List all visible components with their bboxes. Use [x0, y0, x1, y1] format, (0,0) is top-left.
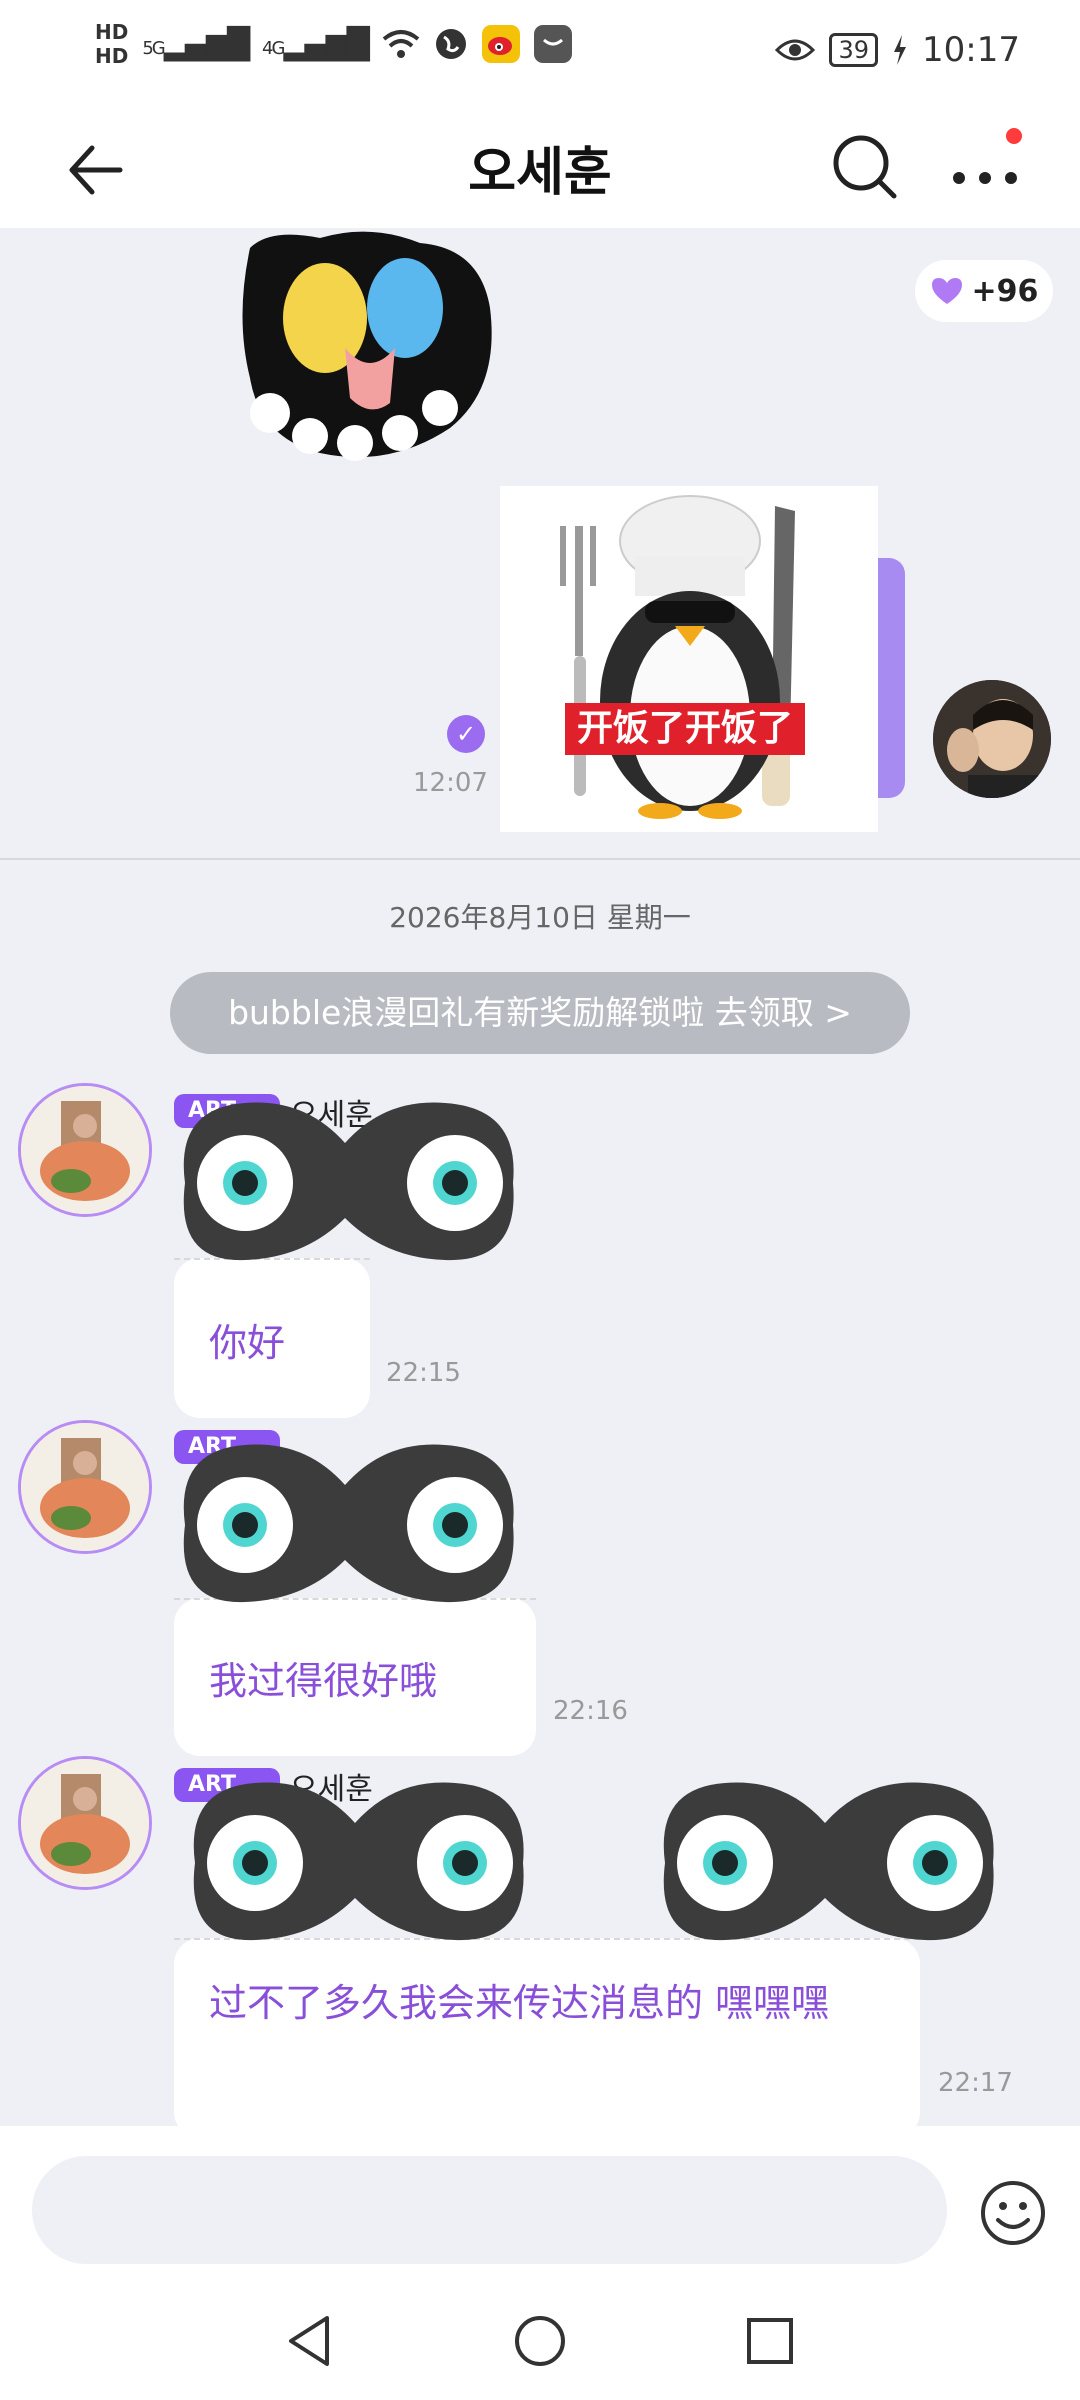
hd-indicator: HD HD	[95, 20, 128, 68]
message-text: 过不了多久我会来传达消息的 嘿嘿嘿	[209, 1981, 830, 2025]
nav-recent-icon[interactable]	[735, 2306, 805, 2376]
monster-sticker	[242, 231, 492, 461]
globe-icon	[435, 29, 466, 59]
chat-area[interactable]: +96 开饭了开饭了 ✓ 12:07 2026年8月10日 星期一 bubble…	[0, 228, 1080, 2126]
message-time: 22:15	[386, 1358, 461, 1388]
wifi-icon	[382, 30, 420, 58]
googly-eyes-sticker	[183, 1444, 514, 1603]
like-count: +96	[971, 273, 1039, 309]
status-bar: HD HD 5G▂▄▆█ 4G▂▄▆█ 39 10:17	[0, 0, 1080, 110]
hd2-label: HD	[95, 44, 129, 68]
date-divider: 2026年8月10日 星期一	[389, 901, 691, 934]
status-left: HD HD 5G▂▄▆█ 4G▂▄▆█	[95, 20, 572, 68]
message-bubble[interactable]: 你好	[174, 1258, 370, 1418]
message-bubble[interactable]: 我过得很好哦	[174, 1598, 536, 1756]
message-app-icon	[533, 25, 572, 63]
message-bubble[interactable]: 过不了多久我会来传达消息的 嘿嘿嘿	[174, 1938, 920, 2126]
chat-header: 오세훈	[0, 110, 1080, 228]
googly-eyes-sticker	[183, 1102, 514, 1261]
signal-4g-icon: 4G▂▄▆█	[262, 26, 370, 62]
search-icon[interactable]	[830, 132, 900, 202]
nav-home-icon[interactable]	[505, 2306, 575, 2376]
sender-avatar[interactable]	[18, 1083, 152, 1217]
status-right: 39 10:17	[775, 30, 1020, 70]
page-title: 오세훈	[468, 143, 612, 203]
reward-banner[interactable]: bubble浪漫回礼有新奖励解锁啦 去领取 >	[170, 972, 910, 1054]
eye-icon	[775, 39, 816, 61]
sender-avatar[interactable]	[18, 1420, 152, 1554]
sender-avatar[interactable]	[18, 1756, 152, 1890]
signal-5g-icon: 5G▂▄▆█	[142, 26, 250, 62]
sig5g-label: 5G	[142, 37, 165, 59]
notification-dot	[1006, 128, 1022, 144]
like-count-pill[interactable]: +96	[915, 260, 1053, 322]
my-avatar[interactable]	[933, 680, 1051, 798]
message-text: 我过得很好哦	[209, 1659, 438, 1703]
googly-eyes-sticker	[193, 1782, 524, 1941]
hd1-label: HD	[95, 20, 129, 44]
system-nav-bar	[0, 2276, 1080, 2400]
input-area	[0, 2126, 1080, 2276]
divider	[0, 858, 1080, 860]
message-time: 22:16	[553, 1696, 628, 1726]
charging-icon	[894, 35, 907, 65]
message-time: 12:07	[413, 768, 488, 798]
battery-level: 39	[829, 33, 879, 67]
weibo-app-icon	[481, 25, 520, 63]
message-input[interactable]	[32, 2156, 947, 2264]
check-icon: ✓	[447, 715, 485, 753]
message-text: 你好	[209, 1321, 286, 1365]
message-time: 22:17	[938, 2068, 1013, 2098]
status-time: 10:17	[922, 30, 1020, 70]
googly-eyes-sticker	[663, 1782, 994, 1941]
penguin-sticker[interactable]	[500, 486, 878, 832]
nav-back-icon[interactable]	[275, 2306, 345, 2376]
emoji-icon[interactable]	[978, 2178, 1048, 2248]
sig4g-label: 4G	[262, 37, 285, 59]
sticker-caption: 开饭了开饭了	[565, 703, 805, 755]
heart-icon	[931, 278, 962, 304]
